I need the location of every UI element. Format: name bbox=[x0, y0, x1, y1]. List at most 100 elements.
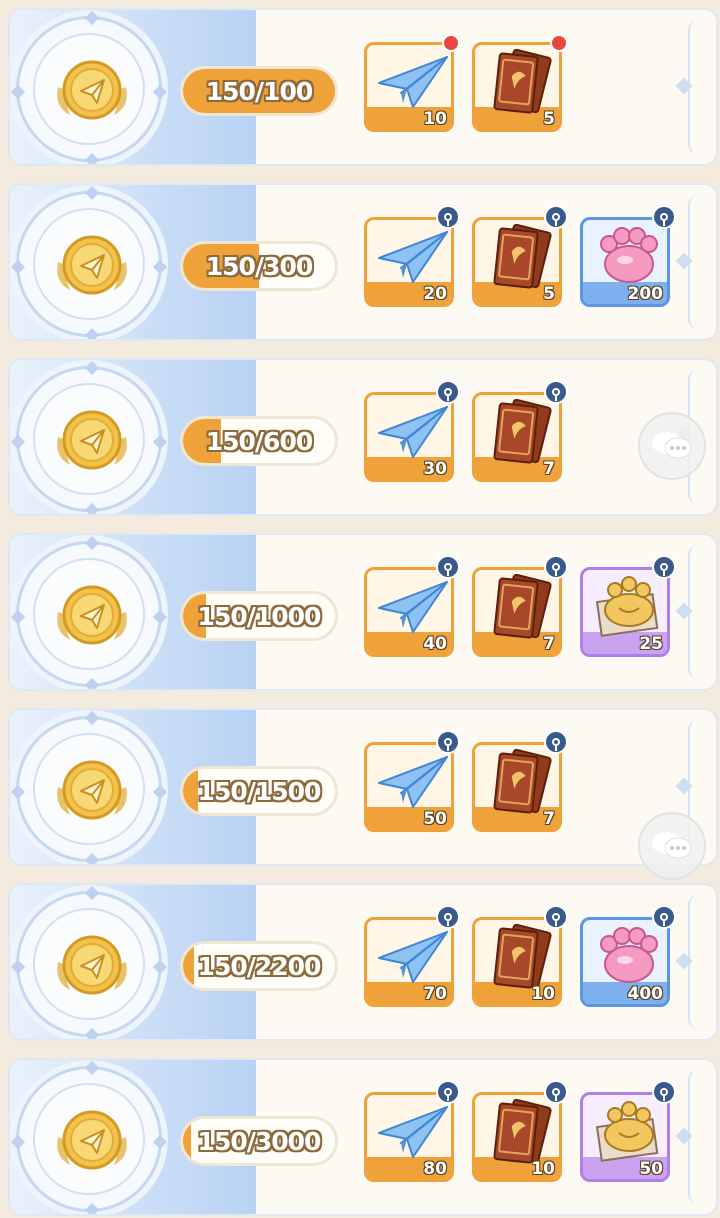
reward-item[interactable]: 30 bbox=[364, 392, 454, 482]
lock-icon bbox=[436, 730, 460, 754]
reward-item[interactable]: 7 bbox=[472, 567, 562, 657]
reward-quantity: 200 bbox=[627, 284, 664, 304]
new-reward-dot bbox=[442, 34, 460, 52]
reward-quantity: 10 bbox=[531, 1159, 555, 1179]
reward-item[interactable]: 7 bbox=[472, 392, 562, 482]
medal-frame bbox=[10, 360, 168, 514]
lock-icon bbox=[544, 730, 568, 754]
lock-icon bbox=[436, 1080, 460, 1104]
reward-item[interactable]: 400 bbox=[580, 917, 670, 1007]
reward-item[interactable]: 7 bbox=[472, 742, 562, 832]
reward-quantity: 80 bbox=[423, 1159, 447, 1179]
reward-quantity: 5 bbox=[543, 284, 555, 304]
tier-progress-text: 150/300 bbox=[205, 251, 314, 281]
lock-icon bbox=[544, 380, 568, 404]
reward-quantity: 25 bbox=[639, 634, 663, 654]
paper-plane-medal-icon bbox=[52, 582, 132, 652]
chat-button[interactable] bbox=[638, 412, 706, 480]
reward-quantity: 70 bbox=[423, 984, 447, 1004]
tier-progress-bar: 150/3000 bbox=[180, 1116, 338, 1166]
side-ornament bbox=[675, 777, 693, 795]
chat-button-2[interactable] bbox=[638, 812, 706, 880]
tier-progress-bar: 150/2200 bbox=[180, 941, 338, 991]
reward-quantity: 5 bbox=[543, 109, 555, 129]
reward-quantity: 50 bbox=[639, 1159, 663, 1179]
reward-quantity: 20 bbox=[423, 284, 447, 304]
tier-progress-text: 150/600 bbox=[205, 426, 314, 456]
medal-frame bbox=[10, 1060, 168, 1214]
tier-progress-text: 150/1500 bbox=[197, 776, 322, 806]
reward-item[interactable]: 10 bbox=[472, 1092, 562, 1182]
lock-icon bbox=[436, 905, 460, 929]
medal-frame bbox=[10, 885, 168, 1039]
lock-icon bbox=[652, 555, 676, 579]
reward-quantity: 40 bbox=[423, 634, 447, 654]
paper-plane-medal-icon bbox=[52, 757, 132, 827]
reward-quantity: 7 bbox=[543, 634, 555, 654]
paper-plane-medal-icon bbox=[52, 932, 132, 1002]
paper-plane-medal-icon bbox=[52, 407, 132, 477]
lock-icon bbox=[544, 205, 568, 229]
reward-item[interactable]: 70 bbox=[364, 917, 454, 1007]
lock-icon bbox=[436, 205, 460, 229]
tier-progress-bar: 150/1500 bbox=[180, 766, 338, 816]
reward-tier-row: 150/1000 40 7 25 bbox=[8, 533, 718, 691]
lock-icon bbox=[652, 1080, 676, 1104]
reward-tier-row: 150/100 10 5 bbox=[8, 8, 718, 166]
lock-icon bbox=[544, 1080, 568, 1104]
new-reward-dot bbox=[550, 34, 568, 52]
reward-tier-row: 150/3000 80 10 50 bbox=[8, 1058, 718, 1216]
reward-item[interactable]: 50 bbox=[364, 742, 454, 832]
lock-icon bbox=[652, 205, 676, 229]
medal-frame bbox=[10, 710, 168, 864]
reward-item[interactable]: 5 bbox=[472, 42, 562, 132]
side-ornament bbox=[675, 77, 693, 95]
reward-item[interactable]: 5 bbox=[472, 217, 562, 307]
chat-bubble-icon bbox=[652, 832, 692, 859]
reward-tier-row: 150/300 20 5 200 bbox=[8, 183, 718, 341]
lock-icon bbox=[544, 905, 568, 929]
lock-icon bbox=[652, 905, 676, 929]
reward-quantity: 30 bbox=[423, 459, 447, 479]
lock-icon bbox=[436, 555, 460, 579]
reward-track-list: 150/100 10 5 150/300 20 5 200 150/600 30… bbox=[0, 0, 720, 1218]
tier-progress-bar: 150/100 bbox=[180, 66, 338, 116]
reward-item[interactable]: 80 bbox=[364, 1092, 454, 1182]
reward-quantity: 7 bbox=[543, 459, 555, 479]
chat-bubble-icon bbox=[652, 432, 692, 459]
paper-plane-medal-icon bbox=[52, 232, 132, 302]
reward-item[interactable]: 20 bbox=[364, 217, 454, 307]
reward-item[interactable]: 200 bbox=[580, 217, 670, 307]
medal-frame bbox=[10, 185, 168, 339]
reward-tier-row: 150/600 30 7 bbox=[8, 358, 718, 516]
side-ornament bbox=[675, 952, 693, 970]
reward-item[interactable]: 50 bbox=[580, 1092, 670, 1182]
side-ornament bbox=[675, 252, 693, 270]
reward-quantity: 10 bbox=[423, 109, 447, 129]
reward-tier-row: 150/1500 50 7 bbox=[8, 708, 718, 866]
reward-quantity: 7 bbox=[543, 809, 555, 829]
medal-frame bbox=[10, 10, 168, 164]
reward-item[interactable]: 10 bbox=[364, 42, 454, 132]
reward-quantity: 10 bbox=[531, 984, 555, 1004]
tier-progress-text: 150/2200 bbox=[197, 951, 322, 981]
reward-quantity: 400 bbox=[627, 984, 664, 1004]
paper-plane-medal-icon bbox=[52, 57, 132, 127]
reward-tier-row: 150/2200 70 10 400 bbox=[8, 883, 718, 1041]
reward-quantity: 50 bbox=[423, 809, 447, 829]
tier-progress-text: 150/3000 bbox=[197, 1126, 322, 1156]
reward-item[interactable]: 10 bbox=[472, 917, 562, 1007]
tier-progress-bar: 150/600 bbox=[180, 416, 338, 466]
reward-item[interactable]: 40 bbox=[364, 567, 454, 657]
reward-item[interactable]: 25 bbox=[580, 567, 670, 657]
side-ornament bbox=[675, 602, 693, 620]
medal-frame bbox=[10, 535, 168, 689]
lock-icon bbox=[544, 555, 568, 579]
tier-progress-bar: 150/300 bbox=[180, 241, 338, 291]
tier-progress-text: 150/100 bbox=[205, 76, 314, 106]
lock-icon bbox=[436, 380, 460, 404]
paper-plane-medal-icon bbox=[52, 1107, 132, 1177]
side-ornament bbox=[675, 1127, 693, 1145]
tier-progress-text: 150/1000 bbox=[197, 601, 322, 631]
tier-progress-bar: 150/1000 bbox=[180, 591, 338, 641]
